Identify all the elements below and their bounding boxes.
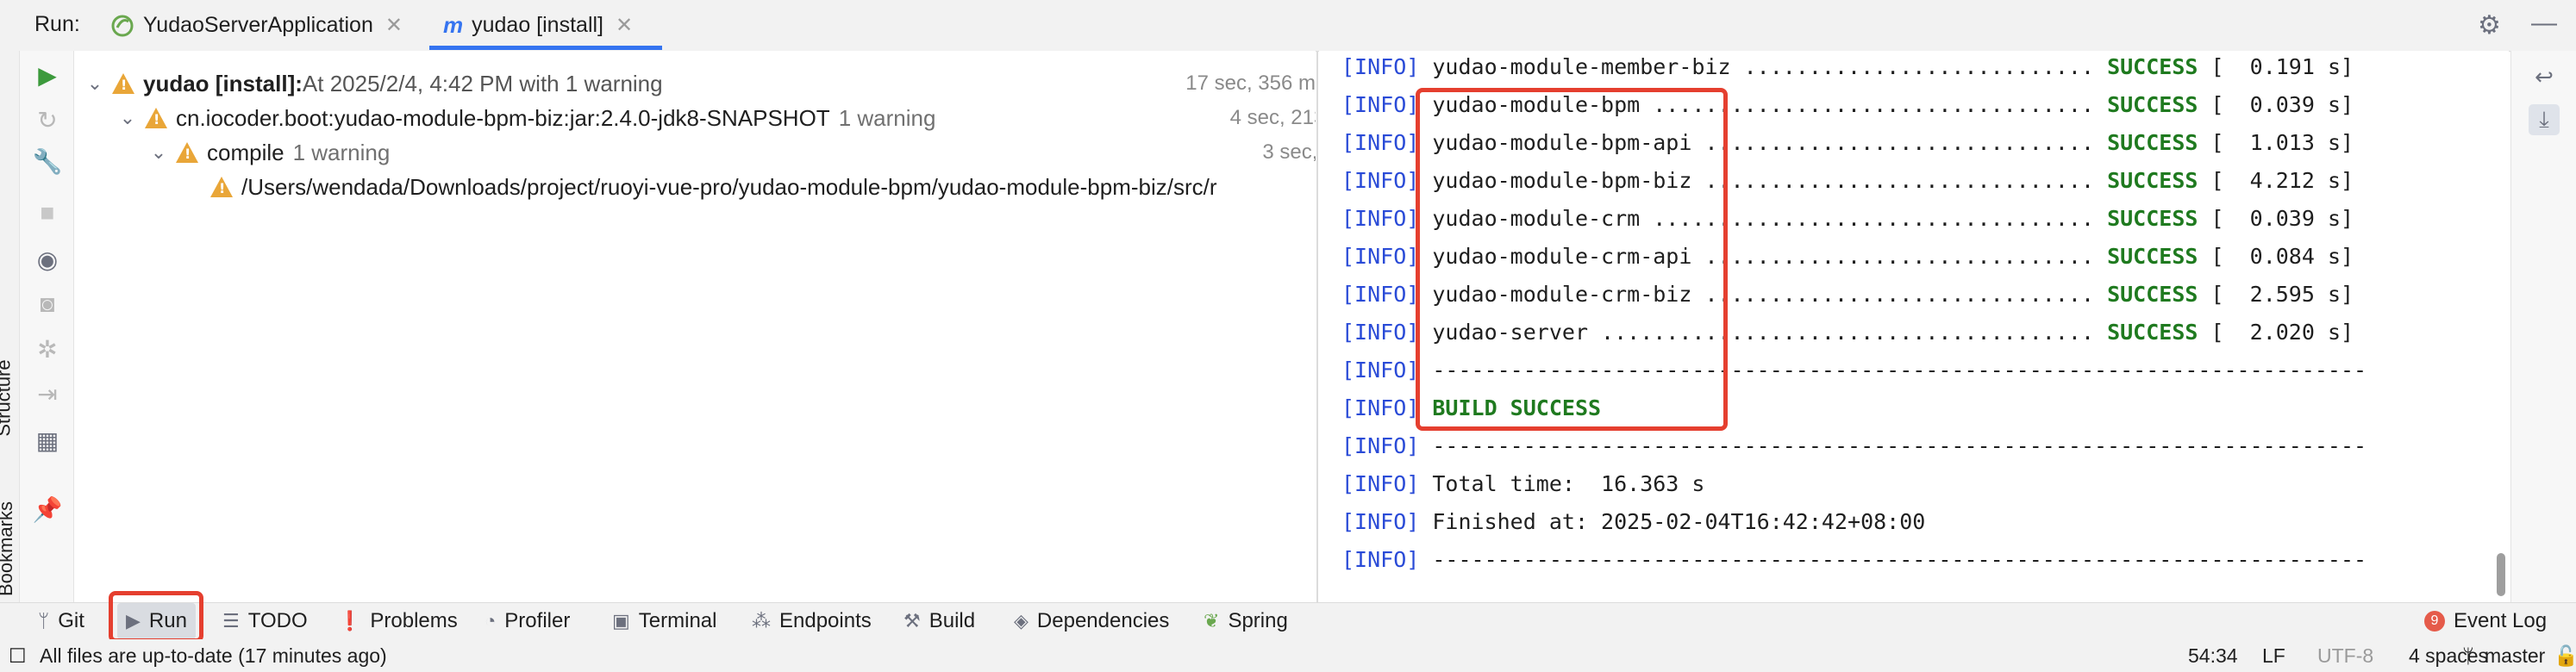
- warning-icon: [112, 73, 134, 94]
- warning-icon: [176, 142, 198, 163]
- tree-module-time: 4 sec, 213 ms: [1229, 106, 1316, 129]
- spring-boot-icon: [111, 15, 134, 36]
- tab-profiler[interactable]: ◔ Profiler: [485, 603, 570, 639]
- layout-icon[interactable]: ▦: [34, 426, 61, 454]
- file-encoding[interactable]: UTF-8: [2317, 644, 2373, 668]
- chevron-down-icon[interactable]: ⌄: [148, 141, 169, 164]
- tab-terminal[interactable]: ▣ Terminal: [612, 603, 717, 639]
- event-count-badge: 9: [2424, 611, 2445, 632]
- minimize-icon[interactable]: —: [2531, 9, 2557, 38]
- bookmarks-tool-label[interactable]: Bookmarks: [0, 501, 17, 596]
- indent-setting[interactable]: 4 spaces: [2409, 644, 2488, 668]
- tab-label: yudao [install]: [472, 13, 603, 37]
- tab-yudao-server-application[interactable]: YudaoServerApplication ✕: [110, 0, 403, 51]
- tree-warning-path: /Users/wendada/Downloads/project/ruoyi-v…: [241, 173, 1217, 200]
- tree-row-module[interactable]: ⌄ cn.iocoder.boot:yudao-module-bpm-biz:j…: [74, 101, 1316, 135]
- status-square-icon[interactable]: ☐: [9, 644, 27, 668]
- endpoints-icon: ⁂: [752, 610, 771, 632]
- gear-icon[interactable]: ⚙: [2478, 10, 2501, 40]
- console-line: [INFO] yudao-module-member-biz .........…: [1341, 54, 2354, 79]
- close-icon[interactable]: ✕: [385, 13, 403, 38]
- vcs-branch-icon: ᛘ: [2462, 644, 2474, 667]
- console-line: [INFO] ---------------------------------…: [1341, 547, 2367, 572]
- structure-tool-label[interactable]: Structure: [0, 359, 16, 436]
- tree-root-name: yudao [install]:: [143, 70, 303, 96]
- tree-compile-time: 3 sec, 116 ms: [1262, 140, 1316, 164]
- console-toolbar: ↩ ⤓: [2510, 51, 2576, 602]
- console-line: [INFO] Finished at: 2025-02-04T16:42:42+…: [1341, 509, 1926, 534]
- rerun-icon[interactable]: ▶: [34, 61, 61, 89]
- bottom-tool-tabs: ᛘ Git ▶ Run ☰ TODO ❗ Problems ◔ Profiler ▣ Ter…: [0, 602, 2576, 640]
- panel-splitter[interactable]: [1316, 51, 1318, 602]
- pin-icon[interactable]: 📌: [33, 495, 63, 523]
- status-bar: ☐ All files are up-to-date (17 minutes a…: [0, 639, 2576, 672]
- tab-problems[interactable]: ❗ Problems: [338, 603, 458, 639]
- tree-compile-name: compile: [207, 139, 284, 165]
- tab-event-log[interactable]: 9 Event Log: [2424, 603, 2547, 639]
- warning-icon: [210, 177, 233, 197]
- line-separator[interactable]: LF: [2262, 644, 2285, 668]
- tree-row-root[interactable]: ⌄ yudao [install]: At 2025/2/4, 4:42 PM …: [74, 66, 1316, 101]
- tab-dependencies[interactable]: ◈ Dependencies: [1014, 603, 1169, 639]
- hammer-icon: ⚒: [903, 610, 921, 632]
- eye-icon[interactable]: ◉: [34, 246, 61, 273]
- profiler-icon: ◔: [485, 610, 497, 632]
- run-label: Run:: [34, 12, 80, 36]
- run-tab-highlight-box: [109, 591, 203, 643]
- console-scrollbar[interactable]: [2497, 553, 2505, 596]
- rerun-failed-icon[interactable]: ↻: [34, 106, 61, 134]
- chevron-down-icon[interactable]: ⌄: [84, 72, 105, 95]
- layers-icon: ◈: [1014, 610, 1029, 632]
- build-tree: ⌄ yudao [install]: At 2025/2/4, 4:42 PM …: [74, 51, 1316, 602]
- camera-icon[interactable]: ◙: [34, 290, 61, 318]
- console-line: [INFO] Total time: 16.363 s: [1341, 471, 1705, 496]
- tab-label: YudaoServerApplication: [143, 13, 373, 37]
- tab-git[interactable]: ᛘ Git: [38, 603, 84, 639]
- login-icon[interactable]: ⇥: [34, 380, 61, 408]
- soft-wrap-icon[interactable]: ↩: [2529, 61, 2560, 92]
- active-tab-indicator: [429, 46, 662, 50]
- console-line: [INFO] ---------------------------------…: [1341, 433, 2367, 458]
- tab-endpoints[interactable]: ⁂ Endpoints: [752, 603, 872, 639]
- tree-module-detail: 1 warning: [838, 104, 936, 131]
- tree-row-compile[interactable]: ⌄ compile 1 warning 3 sec, 116 ms: [74, 135, 1316, 170]
- warning-icon: [145, 108, 167, 128]
- tree-root-time: 17 sec, 356 ms: [1185, 72, 1316, 95]
- tree-row-warning-path[interactable]: /Users/wendada/Downloads/project/ruoyi-v…: [74, 170, 1316, 204]
- chevron-down-icon[interactable]: ⌄: [117, 107, 138, 129]
- status-message[interactable]: All files are up-to-date (17 minutes ago…: [40, 644, 387, 668]
- run-tabs-bar: Run: YudaoServerApplication ✕ m yudao [i…: [0, 0, 2576, 52]
- tree-module-name: cn.iocoder.boot:yudao-module-bpm-biz:jar…: [176, 104, 830, 131]
- cursor-position[interactable]: 54:34: [2188, 644, 2238, 668]
- list-icon: ☰: [222, 610, 240, 632]
- leaf-icon: ❦: [1204, 610, 1220, 632]
- git-branch-icon: ᛘ: [38, 610, 50, 632]
- lock-icon[interactable]: 🔓: [2554, 644, 2576, 668]
- highlight-box: [1416, 88, 1728, 431]
- tab-todo[interactable]: ☰ TODO: [222, 603, 308, 639]
- tab-yudao-install[interactable]: m yudao [install] ✕: [443, 0, 633, 51]
- tab-build[interactable]: ⚒ Build: [903, 603, 975, 639]
- terminal-icon: ▣: [612, 610, 630, 632]
- scroll-to-end-icon[interactable]: ⤓: [2529, 104, 2560, 135]
- tab-spring[interactable]: ❦ Spring: [1204, 603, 1288, 639]
- left-tool-stripe: Structure Bookmarks: [0, 51, 20, 602]
- settings-icon[interactable]: ✲: [34, 335, 61, 363]
- git-branch[interactable]: master: [2485, 644, 2545, 668]
- problems-icon: ❗: [338, 610, 362, 632]
- tree-root-detail: At 2025/2/4, 4:42 PM with 1 warning: [302, 70, 663, 96]
- maven-icon: m: [443, 12, 464, 38]
- close-icon[interactable]: ✕: [616, 13, 633, 38]
- run-toolbar: ▶ ↻ 🔧 ■ ◉ ◙ ✲ ⇥ ▦ 📌: [20, 51, 74, 602]
- wrench-icon[interactable]: 🔧: [33, 147, 63, 175]
- stop-icon[interactable]: ■: [34, 199, 61, 227]
- tree-compile-detail: 1 warning: [292, 139, 391, 165]
